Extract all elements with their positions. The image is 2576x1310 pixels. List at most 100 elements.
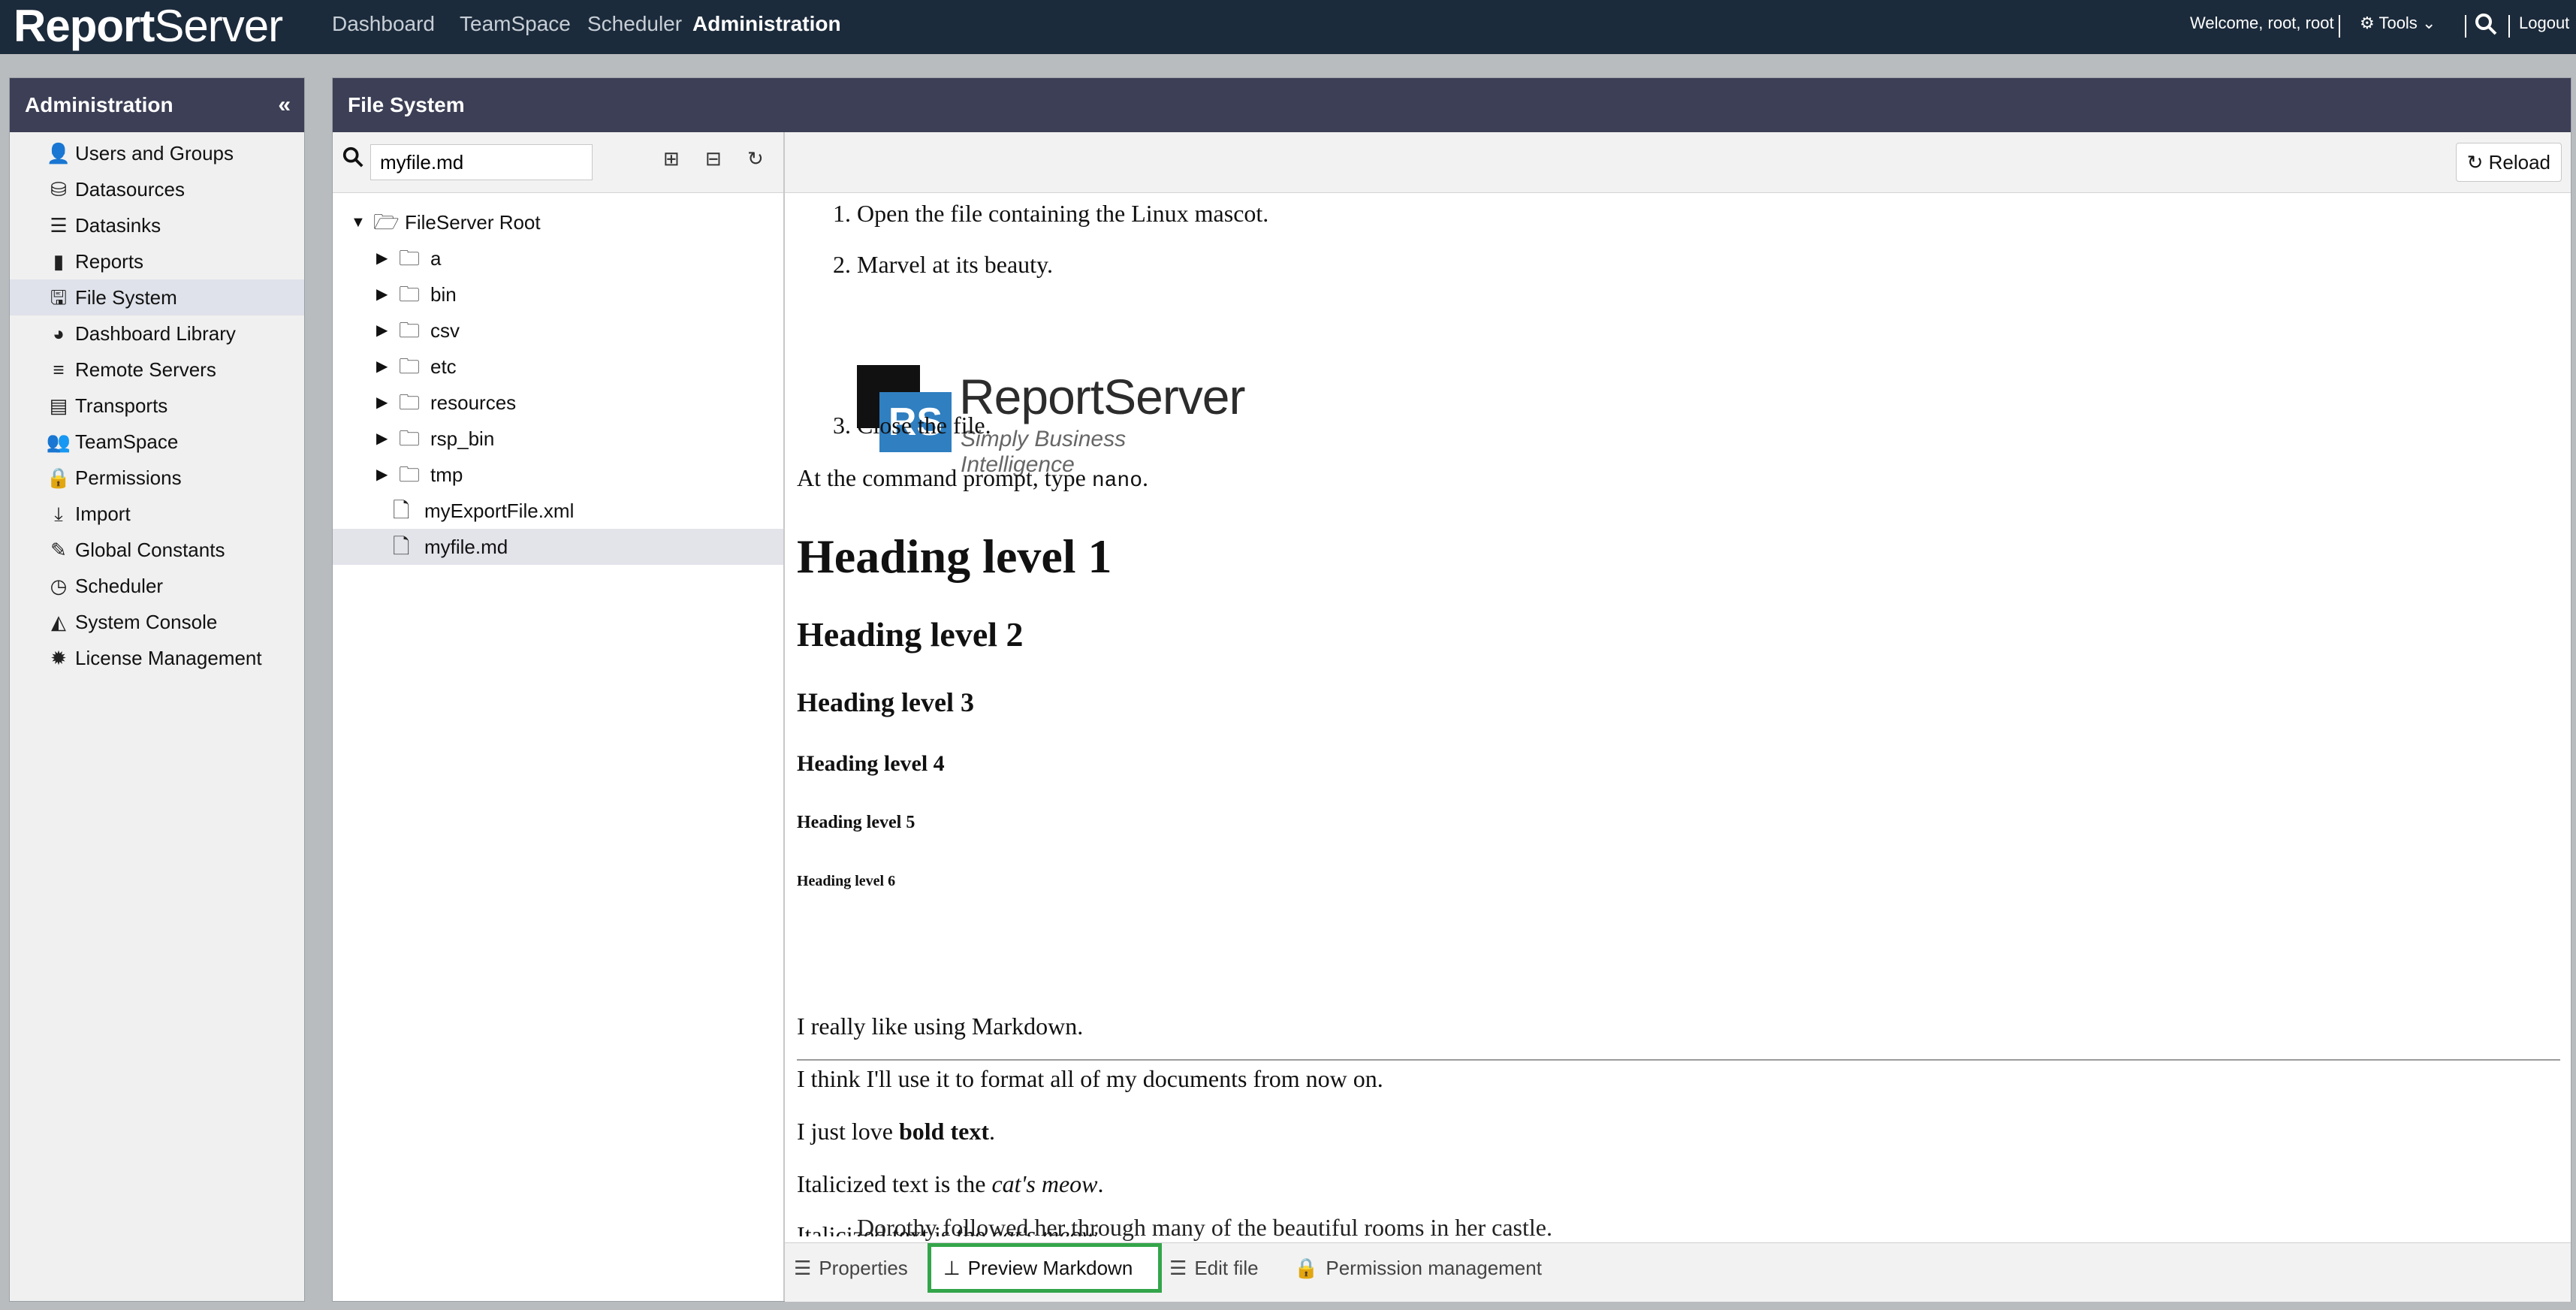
tree-file-label: myExportFile.xml — [424, 500, 575, 522]
caret-right-icon[interactable]: ▶ — [376, 421, 388, 457]
tree-file-label: myfile.md — [424, 536, 508, 558]
caret-right-icon[interactable]: ▶ — [376, 457, 388, 493]
tree-folder[interactable]: ▶ 🗀 bin — [333, 276, 783, 312]
sidebar-item-users-and-groups[interactable]: 👤 Users and Groups — [10, 135, 304, 171]
sidebar-item-datasources[interactable]: ⛁ Datasources — [10, 171, 304, 207]
sidebar-item-system-console[interactable]: ◭ System Console — [10, 604, 304, 640]
tab-permission-management[interactable]: 🔒 Permission management — [1294, 1243, 1542, 1293]
tree-folder[interactable]: ▶ 🗀 a — [333, 240, 783, 276]
expand-all-icon[interactable]: ⊞ — [663, 147, 680, 171]
tab-preview-markdown[interactable]: ⊥ Preview Markdown — [928, 1243, 1162, 1293]
tree-folder-label: resources — [430, 391, 517, 414]
tree-search-input[interactable] — [370, 144, 593, 180]
heading-1: Heading level 1 — [797, 530, 1112, 583]
tools-label: Tools — [2378, 14, 2418, 32]
database-icon: ⛁ — [50, 178, 67, 201]
tree-toolbar: ⊞ ⊟ ↻ — [333, 132, 783, 193]
tree-folder-label: rsp_bin — [430, 427, 495, 450]
welcome-text: Welcome, root, root — [2190, 14, 2334, 32]
heading-6: Heading level 6 — [797, 873, 896, 889]
tree-folder-label: csv — [430, 319, 460, 342]
nav-scheduler[interactable]: Scheduler — [587, 0, 682, 54]
caret-right-icon[interactable]: ▶ — [376, 312, 388, 349]
sidebar-item-label: Users and Groups — [75, 142, 234, 165]
top-bar: ReportServer Dashboard TeamSpace Schedul… — [0, 0, 2576, 54]
preview-toolbar: ↻ Reload — [785, 132, 2571, 193]
tree-folder[interactable]: ▶ 🗀 resources — [333, 385, 783, 421]
bottom-tab-bar: ☰ Properties ⊥ Preview Markdown ☰ Edit file… — [785, 1242, 2571, 1302]
sidebar-item-remote-servers[interactable]: ≡ Remote Servers — [10, 352, 304, 388]
heading-2: Heading level 2 — [797, 615, 1024, 653]
tree-file-selected[interactable]: 🗋 myfile.md — [333, 529, 783, 565]
sidebar-item-teamspace[interactable]: 👥 TeamSpace — [10, 424, 304, 460]
sidebar-item-transports[interactable]: ▤ Transports — [10, 388, 304, 424]
sidebar-item-global-constants[interactable]: ✎ Global Constants — [10, 532, 304, 568]
tree-folder[interactable]: ▶ 🗀 rsp_bin — [333, 421, 783, 457]
divider — [2465, 15, 2466, 38]
sidebar-item-reports[interactable]: ▮ Reports — [10, 243, 304, 279]
tree-root[interactable]: ▼ 🗁 FileServer Root — [333, 204, 783, 240]
edit-icon: ✎ — [50, 539, 67, 561]
sidebar-item-scheduler[interactable]: ◷ Scheduler — [10, 568, 304, 604]
horizontal-rule — [797, 1059, 2560, 1061]
sidebar-item-label: Dashboard Library — [75, 322, 236, 345]
sidebar-item-import[interactable]: ⤓ Import — [10, 496, 304, 532]
tab-label: Properties — [819, 1257, 908, 1279]
sidebar-item-dashboard-library[interactable]: ◕ Dashboard Library — [10, 315, 304, 352]
list-icon: ☰ — [1169, 1257, 1187, 1279]
file-icon: 🗋 — [393, 535, 410, 558]
caret-right-icon[interactable]: ▶ — [376, 276, 388, 312]
sidebar-item-label: License Management — [75, 647, 262, 669]
caret-right-icon[interactable]: ▶ — [376, 349, 388, 385]
sidebar-title: Administration — [25, 93, 173, 116]
heading-5: Heading level 5 — [797, 813, 915, 832]
tree-folder[interactable]: ▶ 🗀 etc — [333, 349, 783, 385]
collapse-icon[interactable]: « — [278, 78, 291, 132]
tree-folder[interactable]: ▶ 🗀 csv — [333, 312, 783, 349]
nav-teamspace[interactable]: TeamSpace — [460, 0, 571, 54]
folder-icon: 🗀 — [399, 463, 421, 486]
tree-file[interactable]: 🗋 myExportFile.xml — [333, 493, 783, 529]
admin-sidebar: Administration « 👤 Users and Groups ⛁ Da… — [9, 77, 305, 1302]
nav-administration[interactable]: Administration — [692, 0, 841, 54]
sidebar-item-license-management[interactable]: ✹ License Management — [10, 640, 304, 676]
tree-folder-label: tmp — [430, 463, 463, 486]
folder-icon: 🗀 — [399, 355, 421, 378]
sidebar-header: Administration « — [10, 78, 304, 132]
panel-title: File System — [333, 78, 2571, 132]
preview-pane: ↻ Reload 1. Open the file containing the … — [785, 132, 2571, 1302]
app-logo[interactable]: ReportServer — [14, 0, 283, 54]
sidebar-item-label: Remote Servers — [75, 358, 216, 381]
tab-label: Edit file — [1194, 1257, 1259, 1279]
logo-name: ReportServer — [959, 369, 1245, 424]
search-icon[interactable] — [2474, 0, 2498, 54]
heading-4: Heading level 4 — [797, 751, 945, 776]
refresh-icon[interactable]: ↻ — [747, 147, 764, 171]
sidebar-item-label: TeamSpace — [75, 430, 179, 453]
sidebar-item-label: Global Constants — [75, 539, 225, 561]
tab-edit-file[interactable]: ☰ Edit file — [1169, 1243, 1259, 1293]
sidebar-item-permissions[interactable]: 🔒 Permissions — [10, 460, 304, 496]
collapse-all-icon[interactable]: ⊟ — [705, 147, 722, 171]
logout-link[interactable]: Logout — [2519, 0, 2569, 54]
file-tree-pane: ⊞ ⊟ ↻ ▼ 🗁 FileServer Root ▶ 🗀 a ▶ 🗀 bin … — [333, 132, 785, 1301]
tools-menu[interactable]: ⚙ Tools ⌄ — [2360, 0, 2436, 54]
dashboard-icon: ◕ — [53, 322, 65, 345]
lock-icon: 🔒 — [46, 466, 71, 489]
caret-right-icon[interactable]: ▶ — [376, 240, 388, 276]
paragraph: I think I'll use it to format all of my … — [797, 1065, 1383, 1092]
caret-right-icon[interactable]: ▶ — [376, 385, 388, 421]
caret-down-icon[interactable]: ▼ — [351, 204, 366, 240]
sidebar-item-datasinks[interactable]: ☰ Datasinks — [10, 207, 304, 243]
area-chart-icon: ◭ — [51, 611, 66, 633]
file-system-panel: File System ⊞ ⊟ ↻ ▼ 🗁 FileServer Root ▶ … — [332, 77, 2571, 1302]
reload-button[interactable]: ↻ Reload — [2455, 143, 2562, 182]
sidebar-item-file-system[interactable]: 🖫 File System — [10, 279, 304, 315]
nav-dashboard[interactable]: Dashboard — [332, 0, 435, 54]
tab-properties[interactable]: ☰ Properties — [794, 1243, 908, 1293]
server-icon: ☰ — [50, 214, 68, 237]
list-number: 2. — [833, 251, 851, 278]
certificate-icon: ✹ — [50, 647, 67, 669]
teamspace-icon: 👥 — [46, 430, 71, 453]
tree-folder[interactable]: ▶ 🗀 tmp — [333, 457, 783, 493]
